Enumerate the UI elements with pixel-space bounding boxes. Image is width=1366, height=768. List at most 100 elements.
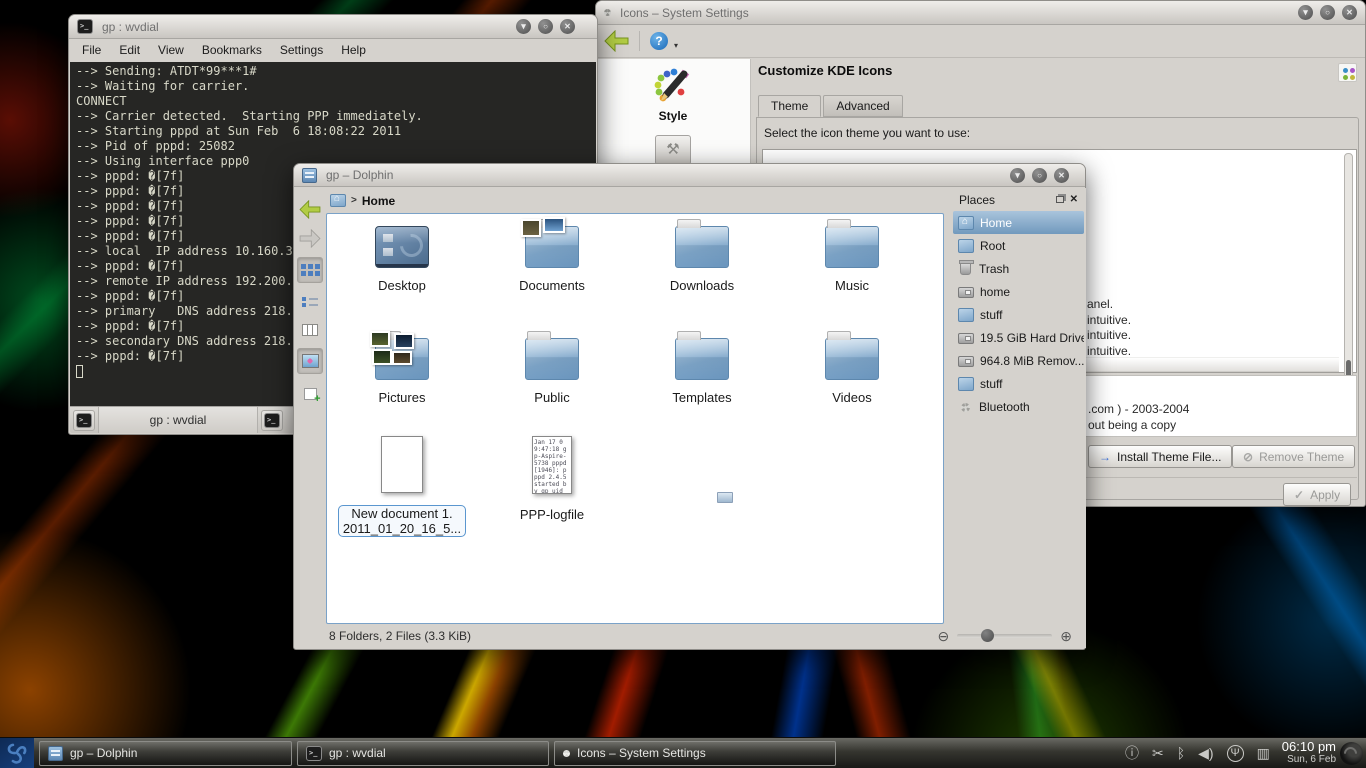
places-item[interactable]: stuff [953, 303, 1084, 326]
details-view-icon [302, 296, 318, 307]
battery-icon[interactable]: ▥ [1257, 744, 1270, 762]
maximize-button[interactable] [1320, 5, 1335, 20]
tab-theme[interactable]: Theme [758, 95, 821, 117]
menu-item[interactable]: Help [332, 41, 375, 59]
clock-date: Sun, 6 Feb [1282, 753, 1336, 766]
menu-item[interactable]: Bookmarks [193, 41, 271, 59]
gear-icon [604, 9, 611, 16]
drive-icon [958, 287, 974, 298]
remove-theme-button[interactable]: ⊘ Remove Theme [1232, 445, 1355, 468]
folder-item[interactable]: Pictures [327, 330, 477, 442]
close-panel-icon[interactable]: ✕ [1070, 194, 1078, 205]
remove-theme-label: Remove Theme [1259, 450, 1344, 464]
places-item[interactable]: Trash [953, 257, 1084, 280]
app-launcher-button[interactable] [0, 738, 34, 768]
drive-icon [958, 333, 974, 344]
file-view[interactable]: Desktop Documents Downloads Music Pictur… [326, 213, 944, 624]
plain-folder-icon [825, 226, 879, 268]
plasma-toolbox-icon[interactable] [1340, 742, 1363, 765]
clock[interactable]: 06:10 pm Sun, 6 Feb [1282, 740, 1336, 766]
places-item[interactable]: Home [953, 211, 1084, 234]
menu-item[interactable]: Settings [271, 41, 332, 59]
menu-item[interactable]: Edit [110, 41, 149, 59]
apply-button[interactable]: ✓ Apply [1283, 483, 1351, 506]
forward-button[interactable] [297, 225, 323, 251]
folder-label: Templates [672, 390, 731, 405]
file-item-ppp-logfile[interactable]: Jan 17 09:47:18 gp-Aspire-5738 pppd[1946… [477, 436, 627, 522]
minimize-button[interactable] [1298, 5, 1313, 20]
folder-item[interactable]: Public [477, 330, 627, 442]
icons-view-button[interactable] [297, 257, 323, 283]
sidebar-item-style[interactable]: Style [650, 67, 696, 123]
theme-description-text: .com ) - 2003-2004out being a copy [1088, 401, 1189, 433]
task-wvdial[interactable]: gp : wvdial [297, 741, 549, 766]
install-theme-label: Install Theme File... [1117, 450, 1221, 464]
task-dolphin[interactable]: gp – Dolphin [39, 741, 292, 766]
columns-view-button[interactable] [297, 317, 323, 343]
place-label: Trash [979, 262, 1009, 276]
zoom-slider[interactable] [957, 634, 1052, 638]
close-button[interactable] [1054, 168, 1069, 183]
zoom-slider-handle[interactable] [981, 629, 994, 642]
folder-item[interactable]: Music [777, 218, 927, 330]
taskbar: gp – Dolphin gp : wvdial Icons – System … [0, 737, 1366, 768]
zoom-out-icon[interactable]: ⊖ [938, 628, 950, 645]
volume-icon[interactable]: ◀) [1198, 744, 1213, 762]
maximize-button[interactable] [1032, 168, 1047, 183]
menu-item[interactable]: View [149, 41, 193, 59]
places-item[interactable]: home [953, 280, 1084, 303]
places-item[interactable]: Root [953, 234, 1084, 257]
details-view-button[interactable] [297, 288, 323, 314]
place-label: stuff [980, 377, 1002, 391]
help-icon[interactable]: ? [650, 32, 668, 50]
split-view-button[interactable] [297, 381, 323, 407]
hardware-tools-icon[interactable]: ⚒ [655, 135, 691, 165]
tab-advanced[interactable]: Advanced [823, 95, 902, 117]
folder-item[interactable]: Documents [477, 218, 627, 330]
places-item[interactable]: Bluetooth [953, 395, 1084, 418]
breadcrumb-home[interactable]: Home [362, 194, 395, 208]
maximize-button[interactable] [538, 19, 553, 34]
klipper-scissors-icon[interactable]: ✂ [1152, 744, 1164, 762]
icons-view-icon [301, 264, 306, 269]
home-folder-icon[interactable] [330, 194, 346, 207]
bluetooth-icon[interactable]: ᛒ [1177, 744, 1185, 762]
task-system-settings[interactable]: Icons – System Settings [554, 741, 836, 766]
dolphin-titlebar[interactable]: gp – Dolphin [294, 164, 1085, 187]
folder-label: Music [835, 278, 869, 293]
back-arrow-icon[interactable] [604, 30, 629, 52]
minimize-button[interactable] [516, 19, 531, 34]
places-item[interactable]: stuff [953, 372, 1084, 395]
places-item[interactable]: 964.8 MiB Remov... [953, 349, 1084, 372]
icon-theme-label: Select the icon theme you want to use: [764, 126, 970, 140]
new-tab-button[interactable] [73, 410, 95, 431]
checkmark-icon: ✓ [1294, 488, 1304, 502]
folder-item[interactable]: Downloads [627, 218, 777, 330]
tab-list-button[interactable] [261, 410, 283, 431]
place-label: home [980, 285, 1010, 299]
install-theme-button[interactable]: → Install Theme File... [1088, 445, 1232, 468]
close-button[interactable] [1342, 5, 1357, 20]
menu-item[interactable]: File [73, 41, 110, 59]
close-button[interactable] [560, 19, 575, 34]
notifications-icon[interactable]: ⓘ [1125, 744, 1139, 762]
file-item-new-document[interactable]: New document 1. 2011_01_20_16_5... [327, 436, 477, 537]
preview-button[interactable] [297, 348, 323, 374]
settings-titlebar[interactable]: Icons – System Settings [596, 1, 1365, 25]
folder-item[interactable]: Desktop [327, 218, 477, 330]
places-item[interactable]: 19.5 GiB Hard Drive [953, 326, 1084, 349]
folder-item[interactable]: Templates [627, 330, 777, 442]
folder-icon [958, 239, 974, 253]
terminal-titlebar[interactable]: gp : wvdial [69, 15, 597, 39]
terminal-tab[interactable]: gp : wvdial [98, 407, 258, 433]
detach-panel-icon[interactable] [1056, 196, 1064, 203]
chevron-down-icon[interactable]: ▾ [674, 41, 678, 50]
overview-grid-icon[interactable] [1338, 63, 1357, 82]
plain-folder-icon [825, 338, 879, 380]
file-label-line2: 2011_01_20_16_5... [343, 521, 461, 536]
minimize-button[interactable] [1010, 168, 1025, 183]
zoom-in-icon[interactable]: ⊕ [1060, 628, 1072, 645]
back-button[interactable] [297, 196, 323, 222]
folder-item[interactable]: Videos [777, 330, 927, 442]
usb-device-icon[interactable]: Ψ [1227, 745, 1244, 762]
